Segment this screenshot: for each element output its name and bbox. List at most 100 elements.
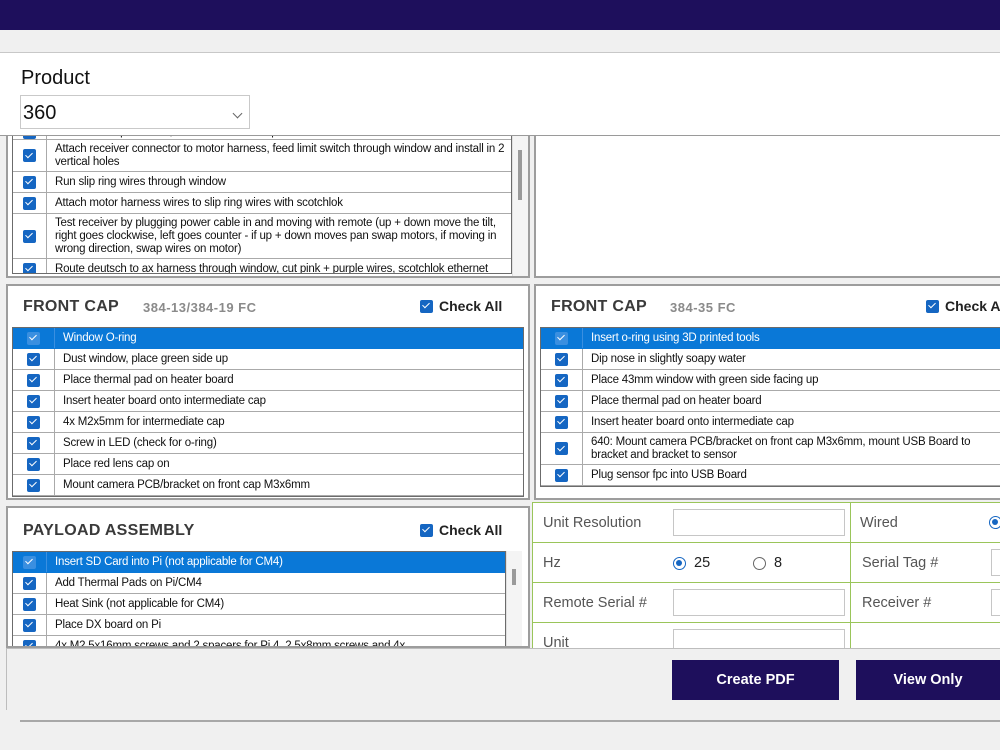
- wired-radio[interactable]: [989, 516, 1000, 529]
- checkbox-checked-icon[interactable]: [23, 555, 36, 569]
- checklist-row[interactable]: Dip nose in slightly soapy water: [541, 349, 1000, 370]
- remote-serial-input[interactable]: [673, 589, 845, 616]
- checklist-row[interactable]: Heat Sink (not applicable for CM4): [13, 594, 505, 615]
- checklist-row[interactable]: Window O-ring: [13, 328, 523, 349]
- view-only-button[interactable]: View Only: [856, 660, 1000, 700]
- checklist-item-label: Test receiver by plugging power cable in…: [55, 216, 497, 255]
- checkbox-checked-icon[interactable]: [555, 394, 568, 408]
- front-cap-right-checklist[interactable]: Insert o-ring using 3D printed tools Dip …: [540, 327, 1000, 487]
- checkbox-checked-icon[interactable]: [27, 415, 40, 429]
- checklist-row[interactable]: Attach motor harness wires to slip ring …: [13, 193, 511, 214]
- checkbox-checked-icon[interactable]: [23, 262, 36, 273]
- checkbox-checked-icon[interactable]: [27, 478, 40, 492]
- checkbox-cell[interactable]: [13, 349, 55, 369]
- checklist-row[interactable]: Route deutsch to ax harness through wind…: [13, 259, 511, 273]
- checkbox-cell[interactable]: [541, 328, 583, 348]
- checkbox-cell[interactable]: [13, 370, 55, 390]
- payload-scrollbar[interactable]: [506, 551, 522, 646]
- checkbox-cell[interactable]: [13, 193, 47, 213]
- checklist-row[interactable]: Add Thermal Pads on Pi/CM4: [13, 573, 505, 594]
- checkbox-checked-icon[interactable]: [23, 175, 36, 189]
- checklist-row[interactable]: Attach receiver connector to motor harne…: [13, 140, 511, 172]
- checkbox-cell[interactable]: [13, 454, 55, 474]
- check-all-checkbox[interactable]: Check All: [420, 522, 502, 538]
- checkbox-cell[interactable]: [13, 594, 47, 614]
- checklist-row[interactable]: Run slip ring wires through window: [13, 172, 511, 193]
- checkbox-cell[interactable]: [13, 412, 55, 432]
- check-all-checkbox[interactable]: Check All: [420, 298, 502, 314]
- checklist-row[interactable]: Mount camera PCB/bracket on front cap M3…: [13, 475, 523, 496]
- front-cap-left-checklist[interactable]: Window O-ring Dust window, place green si…: [12, 327, 524, 497]
- checkbox-cell[interactable]: [13, 214, 47, 258]
- checkbox-cell[interactable]: [541, 391, 583, 411]
- check-all-label: Check All: [439, 522, 503, 538]
- scroll-thumb[interactable]: [518, 150, 522, 200]
- checkbox-cell[interactable]: [13, 552, 47, 572]
- checkbox-cell[interactable]: [541, 465, 583, 485]
- checklist-row[interactable]: 640: Mount camera PCB/bracket on front c…: [541, 433, 1000, 465]
- checklist-row[interactable]: 4x M2.5x16mm screws and 2 spacers for Pi…: [13, 636, 505, 646]
- serial-tag-input[interactable]: [991, 549, 1000, 576]
- checklist-item-label: Dust window, place green side up: [63, 352, 228, 365]
- checkbox-cell[interactable]: [13, 475, 55, 495]
- checkbox-cell[interactable]: [541, 412, 583, 432]
- checkbox-checked-icon[interactable]: [555, 331, 568, 345]
- checkbox-checked-icon[interactable]: [27, 331, 40, 345]
- checklist-row[interactable]: Insert heater board onto intermediate ca…: [541, 412, 1000, 433]
- checkbox-checked-icon[interactable]: [555, 415, 568, 429]
- checkbox-cell[interactable]: [13, 636, 47, 646]
- product-dropdown[interactable]: 360: [20, 95, 250, 129]
- checkbox-checked-icon[interactable]: [23, 576, 36, 590]
- checkbox-cell[interactable]: [13, 391, 55, 411]
- top-left-checklist[interactable]: Put cover on pan motor, tuck wires insid…: [12, 130, 512, 274]
- top-left-scrollbar[interactable]: [512, 130, 528, 276]
- checkbox-cell[interactable]: [541, 433, 583, 464]
- hz-radio-25[interactable]: 25: [673, 555, 710, 571]
- checklist-row[interactable]: Place 43mm window with green side facing…: [541, 370, 1000, 391]
- checklist-row[interactable]: Insert o-ring using 3D printed tools: [541, 328, 1000, 349]
- checklist-row[interactable]: Place red lens cap on: [13, 454, 523, 475]
- checklist-row[interactable]: 4x M2x5mm for intermediate cap: [13, 412, 523, 433]
- check-all-checkbox[interactable]: Check A: [926, 298, 1000, 314]
- unit-input[interactable]: [673, 629, 845, 648]
- checkbox-cell[interactable]: [13, 259, 47, 273]
- hz-radio-8[interactable]: 8: [753, 555, 782, 571]
- checklist-row[interactable]: Place thermal pad on heater board: [13, 370, 523, 391]
- checklist-row[interactable]: Dust window, place green side up: [13, 349, 523, 370]
- checkbox-cell[interactable]: [13, 140, 47, 171]
- checklist-row[interactable]: Insert heater board onto intermediate ca…: [13, 391, 523, 412]
- checkbox-checked-icon[interactable]: [555, 373, 568, 387]
- receiver-input[interactable]: [991, 589, 1000, 616]
- checkbox-checked-icon[interactable]: [555, 468, 568, 482]
- checkbox-checked-icon[interactable]: [27, 394, 40, 408]
- checklist-row[interactable]: Test receiver by plugging power cable in…: [13, 214, 511, 259]
- checkbox-cell[interactable]: [13, 328, 55, 348]
- checkbox-cell[interactable]: [541, 349, 583, 369]
- checkbox-checked-icon[interactable]: [555, 352, 568, 366]
- checkbox-checked-icon[interactable]: [23, 149, 36, 162]
- checkbox-checked-icon[interactable]: [555, 442, 568, 455]
- checklist-row[interactable]: Plug sensor fpc into USB Board: [541, 465, 1000, 486]
- payload-checklist[interactable]: Insert SD Card into Pi (not applicable f…: [12, 551, 506, 646]
- checkbox-checked-icon[interactable]: [27, 436, 40, 450]
- checkbox-checked-icon[interactable]: [27, 373, 40, 387]
- checkbox-cell[interactable]: [13, 615, 47, 635]
- checkbox-checked-icon[interactable]: [23, 196, 36, 210]
- checkbox-checked-icon[interactable]: [23, 597, 36, 611]
- checkbox-checked-icon[interactable]: [23, 639, 36, 646]
- create-pdf-button[interactable]: Create PDF: [672, 660, 839, 700]
- unit-resolution-input[interactable]: [673, 509, 845, 536]
- checkbox-checked-icon[interactable]: [27, 352, 40, 366]
- checkbox-checked-icon[interactable]: [23, 618, 36, 632]
- checklist-row[interactable]: Insert SD Card into Pi (not applicable f…: [13, 552, 505, 573]
- scroll-thumb[interactable]: [512, 569, 516, 585]
- checklist-row[interactable]: Screw in LED (check for o-ring): [13, 433, 523, 454]
- checkbox-checked-icon[interactable]: [27, 457, 40, 471]
- checklist-row[interactable]: Place thermal pad on heater board: [541, 391, 1000, 412]
- checkbox-checked-icon[interactable]: [23, 229, 36, 243]
- checkbox-cell[interactable]: [13, 172, 47, 192]
- checkbox-cell[interactable]: [13, 573, 47, 593]
- checklist-row[interactable]: Place DX board on Pi: [13, 615, 505, 636]
- checkbox-cell[interactable]: [13, 433, 55, 453]
- checkbox-cell[interactable]: [541, 370, 583, 390]
